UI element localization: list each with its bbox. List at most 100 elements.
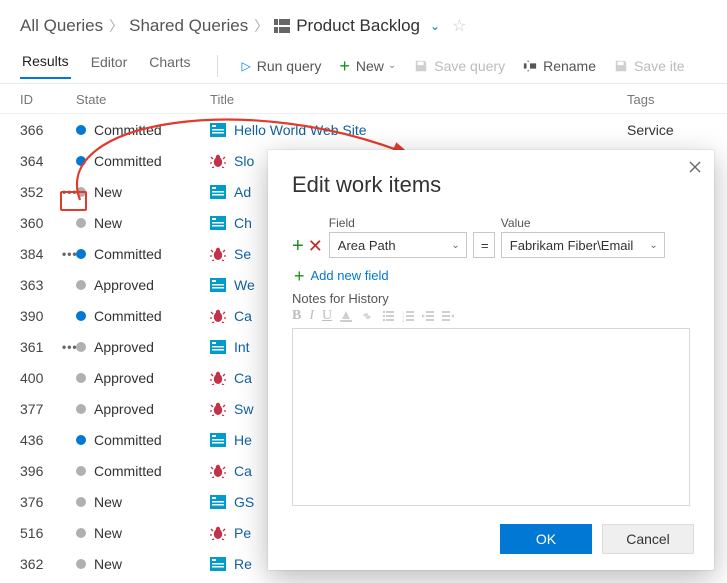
work-item-link[interactable]: Ca	[234, 308, 252, 324]
cell-state: New	[76, 556, 210, 572]
state-dot-icon	[76, 435, 86, 445]
work-item-link[interactable]: Pe	[234, 525, 251, 541]
cell-state: Approved	[76, 370, 210, 386]
col-title[interactable]: Title	[210, 92, 627, 107]
add-new-field-link[interactable]: + Add new field	[294, 268, 690, 283]
row-actions-button[interactable]: •••	[62, 185, 78, 199]
save-items-label: Save ite	[634, 58, 685, 74]
outdent-icon[interactable]	[422, 310, 434, 322]
link-icon[interactable]	[360, 310, 374, 322]
work-item-link[interactable]: Ca	[234, 463, 252, 479]
cell-state: Approved	[76, 339, 210, 355]
work-item-link[interactable]: Hello World Web Site	[234, 122, 367, 138]
svg-text:3: 3	[402, 318, 405, 322]
rte-toolbar: B I U 123	[292, 308, 690, 324]
breadcrumb-root[interactable]: All Queries	[20, 16, 103, 36]
state-text: New	[94, 184, 122, 200]
cell-state: New	[76, 525, 210, 541]
cell-title[interactable]: Hello World Web Site	[210, 122, 627, 138]
close-button[interactable]	[688, 160, 702, 177]
cell-id: 362	[20, 556, 76, 572]
number-list-icon[interactable]: 123	[402, 310, 414, 322]
run-query-button[interactable]: ▷ Run query	[242, 58, 322, 74]
value-select[interactable]: Fabrikam Fiber\Email ⌄	[501, 232, 665, 258]
bug-icon	[210, 464, 226, 478]
field-select[interactable]: Area Path ⌄	[329, 232, 467, 258]
table-row[interactable]: 366CommittedHello World Web SiteService	[0, 114, 727, 145]
work-item-link[interactable]: Int	[234, 339, 250, 355]
cell-id: 400	[20, 370, 76, 386]
col-state[interactable]: State	[76, 92, 210, 107]
col-id[interactable]: ID	[20, 92, 76, 107]
close-icon	[688, 160, 702, 174]
work-item-link[interactable]: He	[234, 432, 252, 448]
cancel-button[interactable]: Cancel	[602, 524, 694, 554]
work-item-link[interactable]: Ad	[234, 184, 251, 200]
notes-textarea[interactable]	[292, 328, 690, 506]
state-text: New	[94, 525, 122, 541]
favorite-star-icon[interactable]: ☆	[452, 16, 466, 36]
bold-button[interactable]: B	[292, 308, 301, 324]
bug-icon	[210, 402, 226, 416]
state-text: Committed	[94, 463, 162, 479]
rename-button[interactable]: Rename	[523, 58, 596, 74]
row-actions-button[interactable]: •••	[62, 340, 78, 354]
work-item-link[interactable]: GS	[234, 494, 254, 510]
breadcrumb-folder[interactable]: Shared Queries	[129, 16, 248, 36]
cell-id: 396	[20, 463, 76, 479]
cell-id: 390	[20, 308, 76, 324]
state-text: New	[94, 215, 122, 231]
state-text: Committed	[94, 308, 162, 324]
add-row-button[interactable]: +	[292, 238, 304, 254]
col-tags[interactable]: Tags	[627, 92, 707, 107]
notes-label: Notes for History	[292, 291, 690, 306]
tab-results[interactable]: Results	[20, 53, 71, 79]
bug-icon	[210, 154, 226, 168]
work-item-link[interactable]: Ch	[234, 215, 252, 231]
save-icon	[614, 59, 628, 73]
tab-editor[interactable]: Editor	[89, 54, 130, 78]
cell-state: Committed	[76, 246, 210, 262]
cell-id: 360	[20, 215, 76, 231]
state-text: Committed	[94, 246, 162, 262]
new-label: New	[356, 58, 384, 74]
bullet-list-icon[interactable]	[382, 310, 394, 322]
state-dot-icon	[76, 404, 86, 414]
edit-work-items-dialog: Edit work items + ✕ Field Area Path ⌄ = …	[268, 150, 714, 570]
pbi-icon	[210, 216, 226, 230]
underline-button[interactable]: U	[322, 308, 332, 324]
indent-icon[interactable]	[442, 310, 454, 322]
query-icon	[274, 19, 290, 33]
ok-button[interactable]: OK	[500, 524, 592, 554]
save-items-button: Save ite	[614, 58, 685, 74]
tab-charts[interactable]: Charts	[147, 54, 192, 78]
field-label: Field	[329, 216, 467, 230]
work-item-link[interactable]: Se	[234, 246, 251, 262]
italic-button[interactable]: I	[309, 308, 314, 324]
state-text: Approved	[94, 401, 154, 417]
dialog-title: Edit work items	[292, 172, 690, 198]
work-item-link[interactable]: Re	[234, 556, 252, 572]
work-item-link[interactable]: We	[234, 277, 255, 293]
cell-state: Committed	[76, 122, 210, 138]
font-color-icon[interactable]	[340, 310, 352, 322]
row-actions-button[interactable]: •••	[62, 247, 78, 261]
work-item-link[interactable]: Sw	[234, 401, 253, 417]
state-text: Committed	[94, 122, 162, 138]
work-item-link[interactable]: Slo	[234, 153, 254, 169]
breadcrumb-query[interactable]: Product Backlog	[296, 16, 420, 36]
state-text: Committed	[94, 432, 162, 448]
cell-id: 436	[20, 432, 76, 448]
remove-row-button[interactable]: ✕	[308, 238, 323, 254]
work-item-link[interactable]: Ca	[234, 370, 252, 386]
state-dot-icon	[76, 125, 86, 135]
new-button[interactable]: + New ⌄	[339, 58, 396, 74]
pbi-icon	[210, 185, 226, 199]
tabs-toolbar: Results Editor Charts ▷ Run query + New …	[0, 48, 727, 84]
cell-tags: Service	[627, 122, 707, 138]
cell-id: 364	[20, 153, 76, 169]
save-label: Save query	[434, 58, 505, 74]
chevron-down-icon[interactable]: ⌄	[430, 19, 440, 33]
state-dot-icon	[76, 373, 86, 383]
state-dot-icon	[76, 280, 86, 290]
